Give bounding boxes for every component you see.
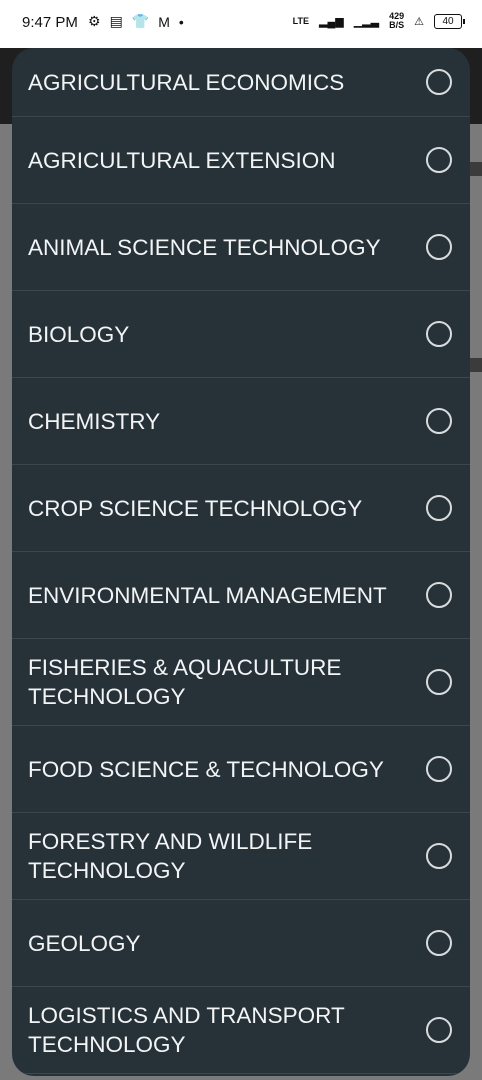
status-bar: 9:47 PM ⚙ ▤ 👕 M • LTE ▂▄▆ ▁▂▃ 429 B/S ⚠ … — [0, 0, 482, 48]
alarm-icon: ⚠ — [414, 15, 424, 28]
radio-button[interactable] — [426, 147, 452, 173]
option-label: ENVIRONMENTAL MANAGEMENT — [28, 582, 387, 608]
notification-icons: ⚙ ▤ 👕 M • — [88, 13, 184, 30]
background-text-fragment — [470, 701, 482, 741]
option-label: CROP SCIENCE TECHNOLOGY — [28, 495, 363, 521]
speed-unit: B/S — [389, 20, 405, 30]
settings-icon: ⚙ — [88, 13, 101, 29]
battery-level: 40 — [442, 15, 454, 27]
option-label: GEOLOGY — [28, 930, 141, 956]
weak-signal-icon: ▁▂▃ — [353, 15, 380, 28]
option-item[interactable]: CROP SCIENCE TECHNOLOGY — [12, 465, 470, 552]
dot-icon: • — [178, 13, 184, 30]
status-time: 9:47 PM — [22, 14, 78, 31]
radio-button[interactable] — [426, 930, 452, 956]
background-element — [470, 162, 482, 176]
system-icons: LTE ▂▄▆ ▁▂▃ 429 B/S ⚠ 40 — [292, 12, 465, 30]
network-speed: 429 B/S — [389, 12, 404, 30]
option-item[interactable]: BIOLOGY — [12, 291, 470, 378]
option-label: AGRICULTURAL ECONOMICS — [28, 69, 345, 95]
radio-button[interactable] — [426, 669, 452, 695]
option-item[interactable]: FORESTRY AND WILDLIFE TECHNOLOGY — [12, 813, 470, 900]
background-element — [470, 358, 482, 372]
radio-button[interactable] — [426, 408, 452, 434]
option-item[interactable]: AGRICULTURAL ECONOMICS — [12, 48, 470, 117]
option-item[interactable]: ENVIRONMENTAL MANAGEMENT — [12, 552, 470, 639]
radio-button[interactable] — [426, 1017, 452, 1043]
option-label: FORESTRY AND WILDLIFE TECHNOLOGY — [28, 829, 313, 883]
radio-button[interactable] — [426, 756, 452, 782]
news-icon: ▤ — [109, 13, 123, 29]
option-label: BIOLOGY — [28, 321, 130, 347]
option-item[interactable]: AGRICULTURAL EXTENSION — [12, 117, 470, 204]
radio-button[interactable] — [426, 69, 452, 95]
option-item[interactable]: CHEMISTRY — [12, 378, 470, 465]
radio-button[interactable] — [426, 582, 452, 608]
option-label: CHEMISTRY — [28, 408, 161, 434]
department-select-dialog: AGRICULTURAL ECONOMICS AGRICULTURAL EXTEN… — [12, 48, 470, 1076]
option-item[interactable]: ANIMAL SCIENCE TECHNOLOGY — [12, 204, 470, 291]
radio-button[interactable] — [426, 321, 452, 347]
option-item[interactable]: GEOLOGY — [12, 900, 470, 987]
gmail-icon: M — [158, 13, 170, 30]
option-item[interactable]: LOGISTICS AND TRANSPORT TECHNOLOGY — [12, 987, 470, 1074]
signal-icon: ▂▄▆ — [318, 15, 344, 28]
radio-button[interactable] — [426, 843, 452, 869]
option-label: ANIMAL SCIENCE TECHNOLOGY — [28, 234, 381, 260]
option-label: LOGISTICS AND TRANSPORT TECHNOLOGY — [28, 1003, 345, 1057]
option-item[interactable]: FISHERIES & AQUACULTURE TECHNOLOGY — [12, 639, 470, 726]
option-item[interactable]: FOOD SCIENCE & TECHNOLOGY — [12, 726, 470, 813]
tshirt-icon: 👕 — [131, 13, 150, 29]
network-type: LTE — [292, 15, 309, 26]
option-label: FOOD SCIENCE & TECHNOLOGY — [28, 756, 384, 782]
option-label: FISHERIES & AQUACULTURE TECHNOLOGY — [28, 655, 342, 709]
battery-icon: 40 — [434, 13, 465, 29]
option-label: AGRICULTURAL EXTENSION — [28, 147, 336, 173]
radio-button[interactable] — [426, 495, 452, 521]
radio-button[interactable] — [426, 234, 452, 260]
